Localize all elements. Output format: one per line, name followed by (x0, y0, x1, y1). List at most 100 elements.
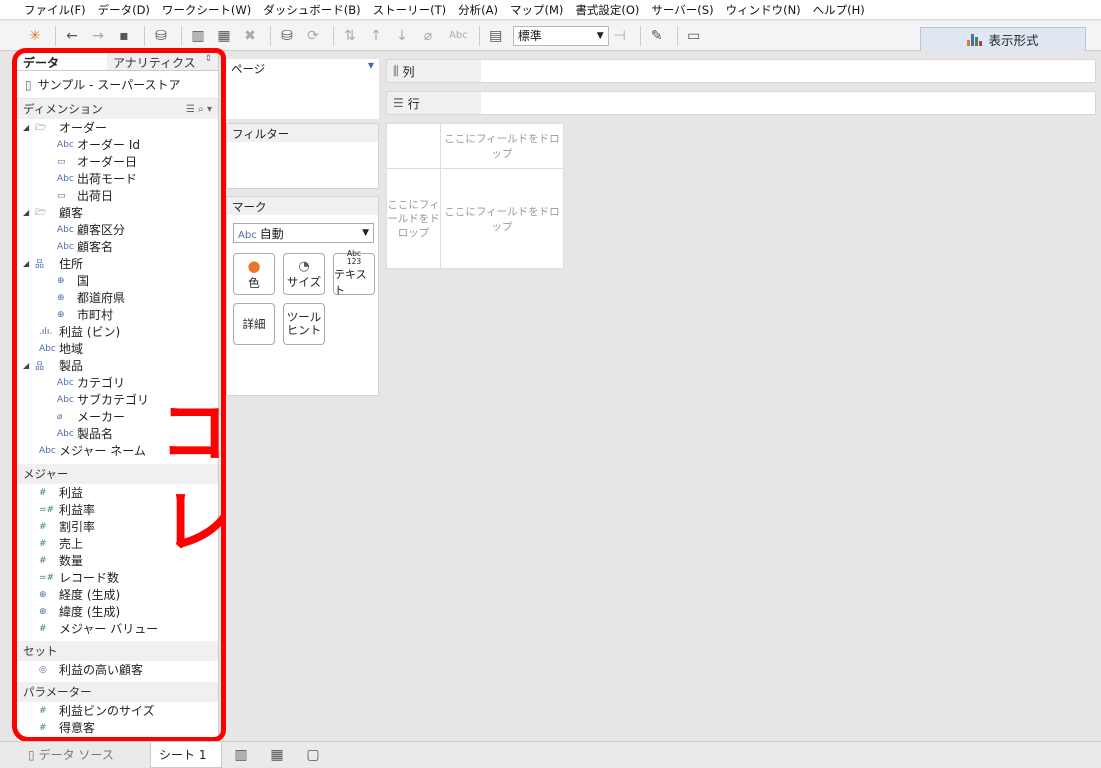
sort-desc-icon[interactable]: ↓ (391, 25, 413, 47)
field-item[interactable]: ⊕ 緯度 (生成) (17, 603, 218, 620)
field-label: 出荷日 (77, 189, 114, 203)
new-datasource-icon[interactable]: ⛁ (150, 25, 172, 47)
menu-item[interactable]: データ(D) (98, 2, 150, 18)
number-icon: # (39, 487, 47, 498)
tab-sheet-1[interactable]: シート 1 (150, 741, 222, 768)
detail-button[interactable]: 詳細 (233, 303, 275, 345)
menu-item[interactable]: サーバー(S) (651, 2, 713, 18)
new-worksheet-icon[interactable]: ▥ (187, 25, 209, 47)
field-label: 利益の高い顧客 (59, 663, 144, 677)
search-icon[interactable]: ⌕ (198, 104, 204, 115)
field-label: レコード数 (59, 571, 120, 585)
refresh-icon[interactable]: ⟳ (302, 25, 324, 47)
menu-item[interactable]: 書式設定(O) (575, 2, 639, 18)
mark-type-select[interactable]: Abc 自動 ▼ (233, 223, 374, 243)
field-item[interactable]: Abc 地域 (17, 340, 218, 357)
undo-icon[interactable]: ← (61, 25, 83, 47)
field-item[interactable]: ◎ 利益の高い顧客 (17, 661, 218, 678)
menu-item[interactable]: ウィンドウ(N) (726, 2, 801, 18)
tableau-logo-icon[interactable]: ✳ (24, 25, 46, 47)
pages-card[interactable]: ページ ▼ (226, 59, 379, 119)
field-item[interactable]: ⊕ 市町村 (17, 306, 218, 323)
drop-zone-rows[interactable]: ここにフィ ールドをド ロップ (387, 169, 440, 268)
menu-item[interactable]: ストーリー(T) (373, 2, 447, 18)
database-icon: ▯ (25, 77, 32, 92)
field-item[interactable]: Abc 出荷モード (17, 170, 218, 187)
rows-icon: ☰ (393, 96, 404, 110)
text-button[interactable]: Abc 123 テキスト (333, 250, 375, 297)
tab-analytics[interactable]: アナリティクス ⇕ (107, 51, 218, 70)
pause-updates-icon[interactable]: ⛁ (276, 25, 298, 47)
expand-triangle-icon[interactable]: ◢ (23, 208, 35, 217)
pages-card-header: ページ ▼ (226, 59, 379, 77)
drop-zone-columns[interactable]: ここにフィールドをドロップ (441, 124, 563, 168)
tooltip-button[interactable]: ツール ヒント (283, 303, 325, 345)
field-item[interactable]: ⊕ 都道府県 (17, 289, 218, 306)
new-sheet-icon[interactable]: ▥ (230, 744, 252, 766)
duplicate-sheet-icon[interactable]: ▦ (213, 25, 235, 47)
field-item[interactable]: ⊕ 国 (17, 272, 218, 289)
field-item[interactable]: ▭ オーダー日 (17, 153, 218, 170)
save-icon[interactable]: ▪ (113, 25, 135, 47)
field-item[interactable]: # 得意客 (17, 719, 218, 736)
menu-item[interactable]: マップ(M) (510, 2, 563, 18)
highlight-icon[interactable]: ✎ (646, 25, 668, 47)
field-label: サブカテゴリ (77, 393, 150, 407)
fit-select[interactable]: 標準 ▼ (512, 25, 609, 46)
group-icon[interactable]: ⌀ (417, 25, 439, 47)
tab-datasource[interactable]: ▯ データ ソース (20, 742, 150, 768)
menu-item[interactable]: 分析(A) (458, 2, 498, 18)
swap-icon[interactable]: ⇅ (339, 25, 361, 47)
show-me-button[interactable]: 表示形式 (920, 27, 1086, 51)
abc-icon: Abc (57, 428, 74, 439)
abc-icon: Abc (57, 139, 74, 150)
labels-toggle[interactable]: Abc (449, 30, 468, 41)
presentation-icon[interactable]: ▭ (683, 25, 705, 47)
pin-icon[interactable]: ⊣ (609, 25, 631, 47)
clear-sheet-icon[interactable]: ✖ (239, 25, 261, 47)
sort-toggle-icon[interactable]: ⇕ (204, 54, 212, 67)
field-item[interactable]: Abc 顧客区分 (17, 221, 218, 238)
chevron-down-icon[interactable]: ▼ (368, 61, 374, 75)
field-item[interactable]: .ılı. 利益 (ビン) (17, 323, 218, 340)
menu-item[interactable]: ヘルプ(H) (813, 2, 865, 18)
field-item[interactable]: # メジャー バリュー (17, 620, 218, 637)
rows-shelf[interactable]: ☰ 行 (386, 91, 1096, 115)
new-story-icon[interactable]: ▢ (302, 744, 324, 766)
field-item[interactable]: ◢ 品 製品 (17, 357, 218, 374)
datasource-name: サンプル - スーパーストア (37, 78, 181, 92)
datasource-item[interactable]: ▯ サンプル - スーパーストア (17, 71, 218, 99)
expand-triangle-icon[interactable]: ◢ (23, 123, 35, 132)
folder-icon: 🗁 (35, 122, 47, 133)
show-me-label: 表示形式 (988, 33, 1039, 48)
field-item[interactable]: ◢ 🗁 オーダー (17, 119, 218, 136)
columns-shelf[interactable]: ⫼ 列 (386, 59, 1096, 83)
menu-item[interactable]: ファイル(F) (24, 2, 86, 18)
field-item[interactable]: ⊕ 経度 (生成) (17, 586, 218, 603)
field-item[interactable]: # 利益ビンのサイズ (17, 702, 218, 719)
size-button[interactable]: ◔ サイズ (283, 253, 325, 295)
chevron-down-icon[interactable]: ▾ (207, 104, 212, 115)
field-item[interactable]: Abc 顧客名 (17, 238, 218, 255)
filters-card[interactable]: フィルター (226, 123, 379, 189)
tab-sheet-1-label: シート 1 (159, 747, 207, 762)
new-dashboard-icon[interactable]: ▦ (266, 744, 288, 766)
expand-triangle-icon[interactable]: ◢ (23, 259, 35, 268)
field-item[interactable]: Abc オーダー Id (17, 136, 218, 153)
field-item[interactable]: Abc カテゴリ (17, 374, 218, 391)
drop-zone-view[interactable]: ここにフィールドをドロップ (441, 169, 563, 268)
field-item[interactable]: =# レコード数 (17, 569, 218, 586)
expand-triangle-icon[interactable]: ◢ (23, 361, 35, 370)
color-button[interactable]: ● 色 (233, 253, 275, 295)
redo-icon[interactable]: → (87, 25, 109, 47)
field-item[interactable]: ◢ 🗁 顧客 (17, 204, 218, 221)
view-toggle-icon[interactable]: ☰ (186, 104, 195, 115)
sort-asc-icon[interactable]: ↑ (365, 25, 387, 47)
tab-data[interactable]: データ (17, 51, 107, 70)
field-label: 製品名 (77, 427, 114, 441)
fit-icon[interactable]: ▤ (485, 25, 507, 47)
field-item[interactable]: ◢ 品 住所 (17, 255, 218, 272)
menu-item[interactable]: ダッシュボード(B) (263, 2, 360, 18)
menu-item[interactable]: ワークシート(W) (162, 2, 251, 18)
field-item[interactable]: ▭ 出荷日 (17, 187, 218, 204)
